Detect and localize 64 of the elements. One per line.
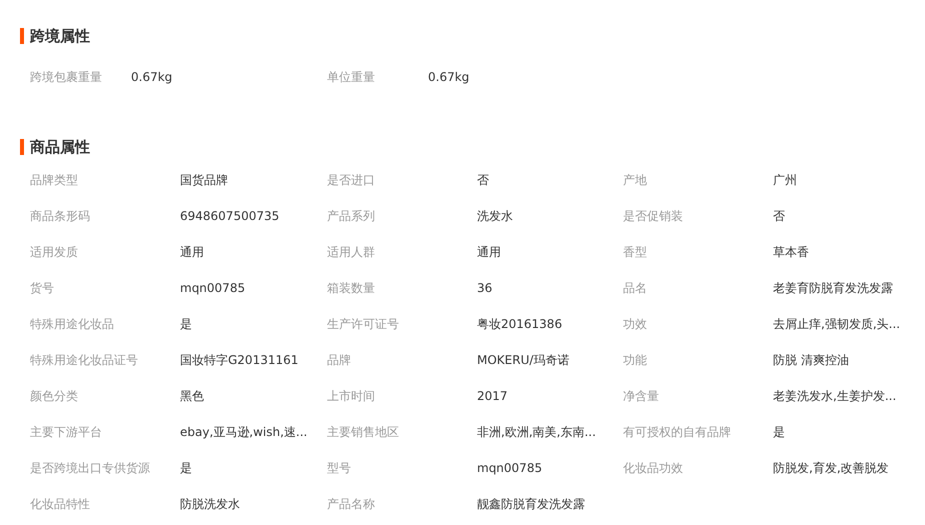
attribute-value: 6948607500735 <box>180 208 280 225</box>
attribute-value: 非洲,欧洲,南美,东南... <box>477 424 597 441</box>
attribute-label: 品名 <box>623 280 648 297</box>
attribute-label: 特殊用途化妆品证号 <box>30 352 139 369</box>
attribute-label: 有可授权的自有品牌 <box>623 424 732 441</box>
attribute-value: 老姜育防脱育发洗发露 <box>773 280 894 297</box>
attribute-value: 是 <box>180 316 193 333</box>
attribute-value: 是 <box>180 460 193 477</box>
attribute-value: 广州 <box>773 172 798 189</box>
attribute-label: 适用发质 <box>30 244 79 261</box>
attribute-label: 化妆品特性 <box>30 496 91 513</box>
attribute-value: 防脱洗发水 <box>180 496 241 513</box>
attribute-label: 上市时间 <box>327 388 376 405</box>
attribute-label: 型号 <box>327 460 352 477</box>
attribute-label: 净含量 <box>623 388 660 405</box>
attribute-value: 否 <box>773 208 786 225</box>
attribute-label: 跨境包裹重量 <box>30 69 103 86</box>
attribute-value: 国妆特字G20131161 <box>180 352 300 369</box>
attribute-value: 黑色 <box>180 388 205 405</box>
attribute-value: 否 <box>477 172 490 189</box>
attribute-label: 功效 <box>623 316 648 333</box>
attribute-label: 商品条形码 <box>30 208 91 225</box>
attribute-label: 产品名称 <box>327 496 376 513</box>
attribute-value: MOKERU/玛奇诺 <box>477 352 570 369</box>
attribute-value: 通用 <box>180 244 205 261</box>
attribute-label: 颜色分类 <box>30 388 79 405</box>
attribute-label: 单位重量 <box>327 69 376 86</box>
attribute-label: 品牌类型 <box>30 172 79 189</box>
attribute-label: 是否进口 <box>327 172 376 189</box>
attribute-label: 特殊用途化妆品 <box>30 316 115 333</box>
attribute-value: 防脱 清爽控油 <box>773 352 850 369</box>
attribute-label: 适用人群 <box>327 244 376 261</box>
section-title: 跨境属性 <box>30 26 90 46</box>
attribute-label: 货号 <box>30 280 55 297</box>
attribute-value: mqn00785 <box>477 460 544 477</box>
attribute-label: 主要销售地区 <box>327 424 400 441</box>
attribute-label: 品牌 <box>327 352 352 369</box>
attribute-label: 箱装数量 <box>327 280 376 297</box>
attribute-label: 化妆品功效 <box>623 460 684 477</box>
attribute-label: 主要下游平台 <box>30 424 103 441</box>
attribute-value: ebay,亚马逊,wish,速... <box>180 424 308 441</box>
attribute-label: 是否跨境出口专供货源 <box>30 460 151 477</box>
attribute-value: 36 <box>477 280 494 297</box>
attribute-value: 通用 <box>477 244 502 261</box>
attribute-label: 产地 <box>623 172 648 189</box>
attribute-label: 产品系列 <box>327 208 376 225</box>
attribute-value: 0.67kg <box>131 69 174 86</box>
attribute-label: 功能 <box>623 352 648 369</box>
attribute-label: 生产许可证号 <box>327 316 400 333</box>
attribute-value: 0.67kg <box>428 69 470 86</box>
attribute-label: 是否促销装 <box>623 208 684 225</box>
section-title: 商品属性 <box>30 137 90 157</box>
attribute-value: 去屑止痒,强韧发质,头... <box>773 316 902 333</box>
attribute-value: 洗发水 <box>477 208 514 225</box>
attribute-label: 香型 <box>623 244 648 261</box>
attribute-value: 靓鑫防脱育发洗发露 <box>477 496 586 513</box>
attribute-value: 粤妆20161386 <box>477 316 564 333</box>
attribute-value: 是 <box>773 424 786 441</box>
attribute-value: 国货品牌 <box>180 172 229 189</box>
attribute-value: 防脱发,育发,改善脱发 <box>773 460 890 477</box>
attribute-value: 草本香 <box>773 244 810 261</box>
attribute-value: 2017 <box>477 388 509 405</box>
attribute-value: mqn00785 <box>180 280 246 297</box>
attribute-value: 老姜洗发水,生姜护发... <box>773 388 898 405</box>
